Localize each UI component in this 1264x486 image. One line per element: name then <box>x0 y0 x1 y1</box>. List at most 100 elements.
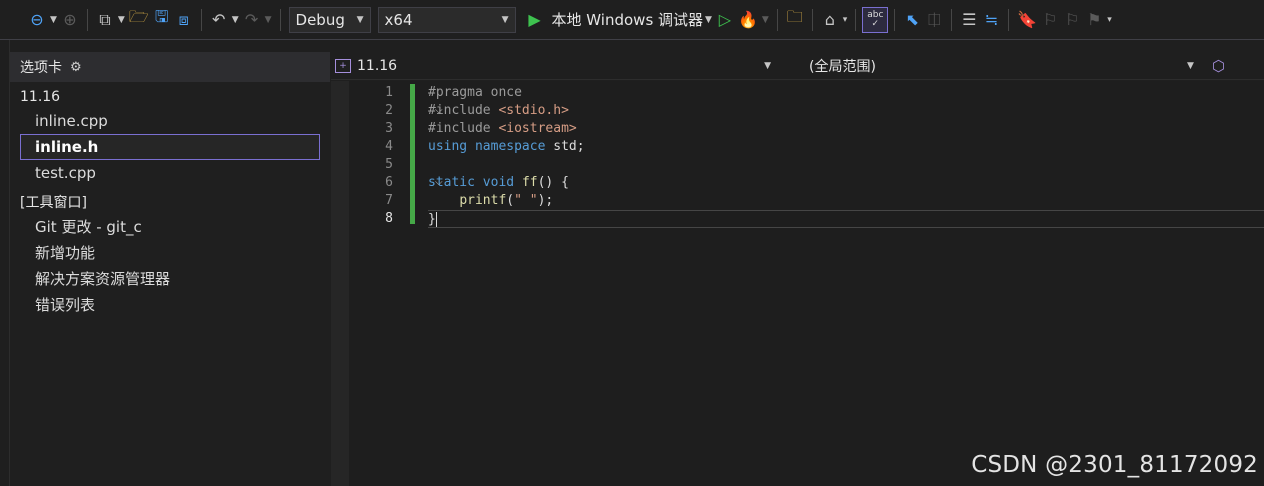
code-token: namespace <box>474 139 554 154</box>
gear-icon[interactable]: ⚙ <box>70 60 82 75</box>
line-number: 1 <box>385 85 393 100</box>
code-token: ( <box>506 193 515 208</box>
code-editor[interactable]: 1 2 3 4 5 6 7 8 ⌵ ⌵ #pragma once #include <stdio.h… <box>331 81 1264 486</box>
chevron-down-icon: ▼ <box>764 60 771 71</box>
code-token: ); <box>537 193 554 208</box>
comment-lines-icon[interactable]: ☰ <box>958 6 980 34</box>
separator <box>951 8 953 31</box>
solution-config-dropdown[interactable]: Debug ▼ <box>288 6 371 33</box>
tabs-tool-window: 选项卡 ⚙ 11.16 inline.cpp inline.h test.cpp [工具… <box>10 52 330 486</box>
separator <box>811 8 813 31</box>
run-debugger-label[interactable]: 本地 Windows 调试器 <box>552 9 704 30</box>
indicator-margin <box>331 81 349 486</box>
find-in-files-icon[interactable]: 🗀 <box>784 6 806 34</box>
project-icon: + <box>335 58 351 73</box>
separator <box>279 8 281 31</box>
code-token: #pragma once <box>428 85 522 100</box>
tabs-panel-header: 选项卡 ⚙ <box>10 52 330 82</box>
tab-list-item[interactable]: inline.h <box>20 134 320 160</box>
platform-dropdown[interactable]: x64 ▼ <box>377 6 516 33</box>
code-token: () { <box>537 175 569 190</box>
tab-list-item[interactable]: 解决方案资源管理器 <box>20 266 320 292</box>
start-without-debugging-icon[interactable]: ▷ <box>714 6 736 34</box>
project-dropdown[interactable]: + 11.16 ▼ <box>331 52 779 80</box>
watermark: CSDN @2301_81172092 <box>971 452 1258 478</box>
code-line[interactable]: printf(" "); <box>428 192 1264 210</box>
solution-config-value: Debug <box>295 10 345 29</box>
uncomment-lines-icon[interactable]: ≒ <box>980 6 1002 34</box>
code-line[interactable]: #pragma once <box>428 84 1264 102</box>
start-debugging-icon[interactable]: ▶ <box>524 6 546 34</box>
new-project-icon[interactable]: ⧉ <box>94 6 116 34</box>
select-tool-icon[interactable]: ⬉ <box>901 6 923 34</box>
left-dock-strip <box>0 40 10 486</box>
scope-dropdown-value: (全局范围) <box>809 58 876 75</box>
save-all-icon[interactable]: ⧈ <box>173 6 195 34</box>
separator <box>855 8 857 31</box>
pin-tool-icon[interactable]: ⎅ <box>923 6 945 34</box>
scope-dropdown[interactable]: (全局范围) ▼ ⬡ <box>779 52 1225 80</box>
code-token: std; <box>553 139 585 154</box>
tab-group-title: 11.16 <box>20 89 61 105</box>
next-bookmark-icon[interactable]: ⚐ <box>1061 6 1083 34</box>
tab-list-item[interactable]: 新增功能 <box>20 240 320 266</box>
line-number: 6 <box>385 175 393 190</box>
toolbar-overflow-icon[interactable]: ▾ <box>1107 15 1112 25</box>
hot-reload-dropdown-icon[interactable]: ▼ <box>762 15 769 25</box>
tab-list-item[interactable]: 错误列表 <box>20 292 320 318</box>
project-dropdown-value: 11.16 <box>357 57 398 74</box>
line-number: 2 <box>385 103 393 118</box>
code-token: using <box>428 139 475 154</box>
editor-navigation-bar: + 11.16 ▼ (全局范围) ▼ ⬡ <box>331 52 1264 80</box>
code-token: ff <box>521 175 538 190</box>
tabs-panel-title: 选项卡 <box>20 60 62 76</box>
chevron-down-icon: ▼ <box>1186 60 1194 71</box>
code-line[interactable]: #include <iostream> <box>428 120 1264 138</box>
hot-reload-icon[interactable]: 🔥 <box>736 6 760 34</box>
code-token: void <box>482 175 522 190</box>
window-layout-icon[interactable]: ⌂ <box>819 6 841 34</box>
clear-bookmarks-icon[interactable]: ⚑ <box>1083 6 1105 34</box>
text-caret <box>435 212 437 227</box>
platform-value: x64 <box>384 10 413 29</box>
open-file-icon[interactable]: 🗁 <box>127 6 151 34</box>
navigate-back-icon[interactable]: ⊖ <box>26 6 48 34</box>
line-number: 3 <box>385 121 393 136</box>
code-token: #include <box>428 121 499 136</box>
tab-list-item[interactable]: Git 更改 - git_c <box>20 214 320 240</box>
spell-check-icon[interactable]: abc ✓ <box>862 6 889 33</box>
tab-list: 11.16 inline.cpp inline.h test.cpp [工具窗口] Git… <box>10 82 330 318</box>
code-token: printf <box>459 193 507 208</box>
save-icon[interactable]: 🖫 <box>151 6 173 34</box>
undo-icon[interactable]: ↶ <box>208 6 230 34</box>
code-text-area[interactable]: #pragma once #include <stdio.h> #include <… <box>428 84 1264 228</box>
line-number: 7 <box>385 193 393 208</box>
code-token: } <box>428 212 436 227</box>
previous-bookmark-icon[interactable]: ⚐ <box>1039 6 1061 34</box>
line-number-gutter: 1 2 3 4 5 6 7 8 ⌵ ⌵ <box>349 81 442 486</box>
layout-dropdown-icon[interactable]: ▾ <box>843 15 848 25</box>
code-line[interactable]: #include <stdio.h> <box>428 102 1264 120</box>
tab-list-item[interactable]: inline.cpp <box>20 108 320 134</box>
code-token: <stdio.h> <box>498 103 569 118</box>
change-tracking-bar <box>410 84 415 224</box>
redo-dropdown-icon[interactable]: ▼ <box>265 15 272 25</box>
vs-window: ⊖ ▼ ⊕ ⧉ ▼ 🗁 🖫 ⧈ ↶ ▼ ↷ ▼ Debug ▼ x64 ▼ ▶ … <box>0 0 1264 486</box>
new-dropdown-icon[interactable]: ▼ <box>118 15 125 25</box>
member-cube-icon[interactable]: ⬡ <box>1212 57 1225 75</box>
tab-list-item[interactable]: test.cpp <box>20 160 320 186</box>
back-dropdown-icon[interactable]: ▼ <box>50 15 57 25</box>
bookmark-icon[interactable]: 🔖 <box>1015 6 1039 34</box>
code-token: " " <box>514 193 538 208</box>
main-toolbar: ⊖ ▼ ⊕ ⧉ ▼ 🗁 🖫 ⧈ ↶ ▼ ↷ ▼ Debug ▼ x64 ▼ ▶ … <box>0 0 1264 40</box>
code-token: static <box>428 175 483 190</box>
navigate-forward-icon[interactable]: ⊕ <box>59 6 81 34</box>
code-line[interactable]: static void ff() { <box>428 174 1264 192</box>
run-dropdown-icon[interactable]: ▼ <box>705 15 712 25</box>
code-line[interactable]: using namespace std; <box>428 138 1264 156</box>
code-line[interactable] <box>428 156 1264 174</box>
code-line[interactable]: } <box>428 210 1264 228</box>
undo-dropdown-icon[interactable]: ▼ <box>232 15 239 25</box>
redo-icon[interactable]: ↷ <box>241 6 263 34</box>
